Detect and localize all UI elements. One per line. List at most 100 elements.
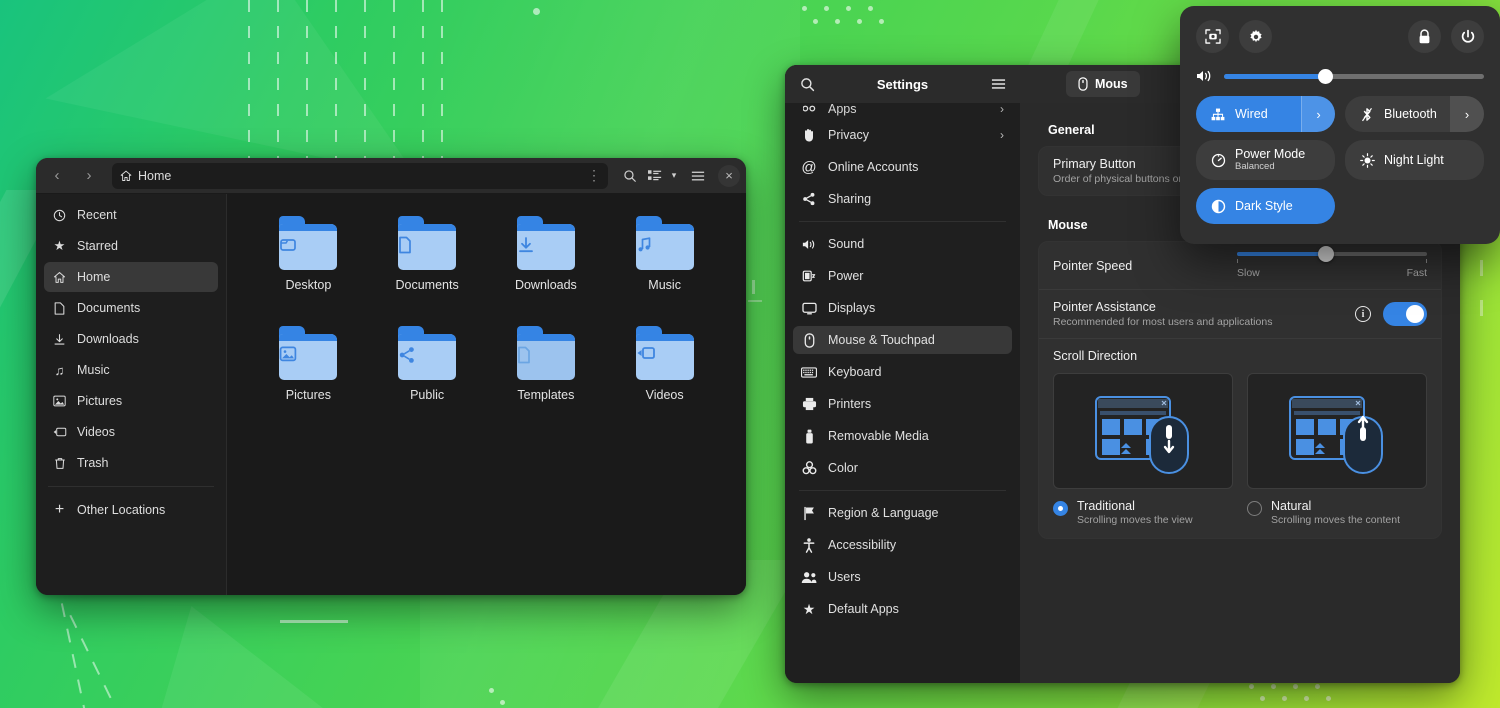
sidebar-item-users[interactable]: Users — [793, 563, 1012, 591]
radio-natural[interactable] — [1247, 501, 1262, 516]
sidebar-item-apps[interactable]: Apps › — [793, 103, 1012, 117]
quick-button-label: Dark Style — [1235, 199, 1293, 213]
folder-downloads-icon — [517, 216, 575, 270]
folder-item[interactable]: Pictures — [279, 326, 337, 436]
tab-mouse-touchpad[interactable]: Mous — [1066, 71, 1140, 97]
sidebar-item-mouse-touchpad[interactable]: Mouse & Touchpad — [793, 326, 1012, 354]
search-icon[interactable] — [797, 77, 817, 92]
folder-label: Music — [648, 278, 681, 292]
folder-item[interactable]: Documents — [396, 216, 459, 326]
gear-icon[interactable] — [1239, 20, 1272, 53]
sidebar-item-documents[interactable]: Documents — [44, 293, 218, 323]
quick-button-dark-style[interactable]: Dark Style — [1196, 188, 1335, 224]
wallpaper-dash — [1480, 260, 1483, 276]
hamburger-menu-icon[interactable] — [684, 163, 712, 189]
mouse-icon — [801, 333, 817, 348]
sidebar-item-label: Default Apps — [828, 602, 899, 616]
info-icon[interactable]: i — [1355, 306, 1371, 322]
sidebar-item-other-locations[interactable]: + Other Locations — [44, 495, 218, 525]
folder-label: Desktop — [285, 278, 331, 292]
usb-icon — [801, 429, 817, 444]
sidebar-item-starred[interactable]: ★ Starred — [44, 231, 218, 261]
path-menu-icon[interactable]: ⋮ — [587, 167, 600, 184]
pointer-speed-slider[interactable]: Slow Fast — [1237, 252, 1427, 279]
folder-item[interactable]: Templates — [517, 326, 575, 436]
sidebar-item-sound[interactable]: Sound — [793, 230, 1012, 258]
sidebar-item-trash[interactable]: Trash — [44, 448, 218, 478]
volume-slider[interactable] — [1224, 74, 1484, 79]
forward-button[interactable]: › — [74, 163, 104, 189]
path-label: Home — [138, 169, 171, 183]
settings-nav-list[interactable]: Apps › Privacy › @ Online Accounts Shari… — [785, 103, 1020, 683]
row-pointer-speed[interactable]: Pointer Speed Slow Fast — [1039, 242, 1441, 290]
scroll-option-traditional[interactable]: Traditional Scrolling moves the view — [1053, 373, 1233, 526]
folder-item[interactable]: Public — [398, 326, 456, 436]
sidebar-item-accessibility[interactable]: Accessibility — [793, 531, 1012, 559]
sidebar-item-online-accounts[interactable]: @ Online Accounts — [793, 153, 1012, 181]
sidebar-item-privacy[interactable]: Privacy › — [793, 121, 1012, 149]
wallpaper-dot — [824, 6, 829, 11]
folder-item[interactable]: Desktop — [279, 216, 337, 326]
sidebar-item-power[interactable]: Power — [793, 262, 1012, 290]
wallpaper-dot — [1304, 696, 1309, 701]
settings-sidebar: Settings Apps › Privacy › @ — [785, 65, 1020, 683]
sidebar-item-pictures[interactable]: Pictures — [44, 386, 218, 416]
sidebar-item-removable-media[interactable]: Removable Media — [793, 422, 1012, 450]
volume-icon[interactable] — [1196, 69, 1212, 83]
sidebar-item-videos[interactable]: Videos — [44, 417, 218, 447]
chevron-right-icon[interactable]: › — [1450, 96, 1484, 132]
sidebar-item-downloads[interactable]: Downloads — [44, 324, 218, 354]
folder-item[interactable]: Music — [636, 216, 694, 326]
screenshot-icon[interactable] — [1196, 20, 1229, 53]
row-title: Primary Button — [1053, 157, 1196, 171]
folder-label: Pictures — [286, 388, 331, 402]
quick-button-night-light[interactable]: Night Light — [1345, 140, 1484, 180]
pointer-assistance-toggle[interactable] — [1383, 302, 1427, 326]
mouse-card: Pointer Speed Slow Fast — [1038, 241, 1442, 539]
file-manager-window[interactable]: ‹ › Home ⋮ ▾ × Recent ★ St — [36, 158, 746, 595]
row-pointer-assistance[interactable]: Pointer Assistance Recommended for most … — [1039, 290, 1441, 339]
sidebar-item-color[interactable]: Color — [793, 454, 1012, 482]
sidebar-item-label: Color — [828, 461, 858, 475]
search-icon[interactable] — [616, 163, 644, 189]
quick-button-wired[interactable]: Wired › — [1196, 96, 1335, 132]
quick-settings-panel[interactable]: Wired › Bluetooth › Power Mode Balanced … — [1180, 6, 1500, 244]
sidebar-item-music[interactable]: ♫ Music — [44, 355, 218, 385]
quick-button-power-mode[interactable]: Power Mode Balanced — [1196, 140, 1335, 180]
sidebar-item-recent[interactable]: Recent — [44, 200, 218, 230]
volume-slider-row[interactable] — [1196, 69, 1484, 83]
sidebar-item-region-language[interactable]: Region & Language — [793, 499, 1012, 527]
accessibility-icon — [801, 538, 817, 553]
radio-traditional[interactable] — [1053, 501, 1068, 516]
sidebar-item-label: Online Accounts — [828, 160, 918, 174]
lock-icon[interactable] — [1408, 20, 1441, 53]
quick-button-bluetooth[interactable]: Bluetooth › — [1345, 96, 1484, 132]
scroll-preview-natural[interactable] — [1247, 373, 1427, 489]
sidebar-item-keyboard[interactable]: Keyboard — [793, 358, 1012, 386]
close-icon[interactable]: × — [718, 165, 740, 187]
power-icon[interactable] — [1451, 20, 1484, 53]
folder-videos-icon — [636, 326, 694, 380]
back-button[interactable]: ‹ — [42, 163, 72, 189]
wallpaper-dot — [813, 19, 818, 24]
folder-item[interactable]: Downloads — [515, 216, 577, 326]
view-dropdown-icon[interactable]: ▾ — [666, 163, 682, 189]
sidebar-item-displays[interactable]: Displays — [793, 294, 1012, 322]
star-icon: ★ — [52, 238, 67, 254]
chevron-right-icon[interactable]: › — [1301, 96, 1335, 132]
path-bar[interactable]: Home ⋮ — [112, 163, 608, 189]
scroll-option-natural[interactable]: Natural Scrolling moves the content — [1247, 373, 1427, 526]
row-subtitle: Order of physical buttons on m — [1053, 173, 1196, 185]
home-icon — [120, 170, 132, 182]
sidebar-item-home[interactable]: Home — [44, 262, 218, 292]
wallpaper-dot — [1282, 696, 1287, 701]
hamburger-menu-icon[interactable] — [988, 78, 1008, 90]
sidebar-item-default-apps[interactable]: ★ Default Apps — [793, 595, 1012, 623]
view-list-icon[interactable] — [646, 163, 664, 189]
folder-pictures-icon — [279, 326, 337, 380]
sidebar-item-sharing[interactable]: Sharing — [793, 185, 1012, 213]
sidebar-item-printers[interactable]: Printers — [793, 390, 1012, 418]
scroll-preview-traditional[interactable] — [1053, 373, 1233, 489]
folder-item[interactable]: Videos — [636, 326, 694, 436]
quick-settings-top-row — [1196, 20, 1484, 53]
